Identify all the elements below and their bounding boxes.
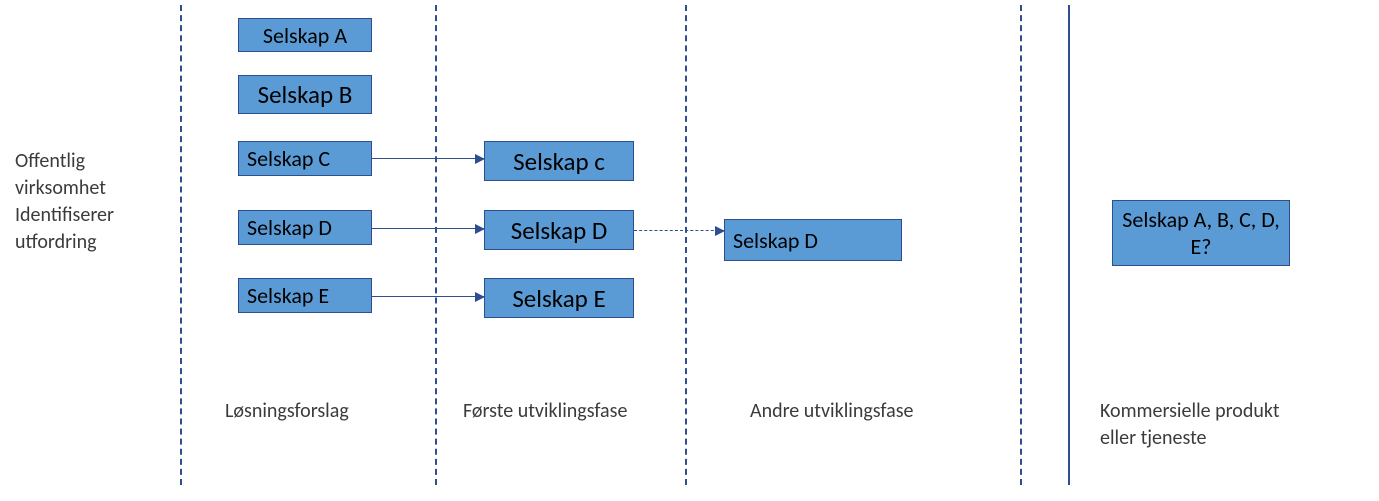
arrow-c1-c2-e (372, 296, 484, 297)
box-col1-e: Selskap E (238, 278, 372, 313)
divider-3 (685, 5, 687, 485)
box-col1-b: Selskap B (238, 75, 372, 114)
arrow-c1-c2-c (372, 158, 484, 159)
phase-label-1: Løsningsforslag (225, 398, 405, 425)
divider-5-solid (1068, 5, 1070, 485)
phase-label-2: Første utviklingsfase (463, 398, 643, 425)
box-col2-d: Selskap D (484, 210, 634, 250)
divider-1 (180, 5, 182, 485)
box-col3-d: Selskap D (724, 219, 902, 261)
box-col2-e: Selskap E (484, 278, 634, 318)
box-col1-d: Selskap D (238, 210, 372, 245)
phase-label-4: Kommersielle produkt eller tjeneste (1100, 398, 1320, 452)
arrow-c2-c3-d (634, 230, 724, 231)
arrow-c1-c2-d (372, 228, 484, 229)
phase-label-3: Andre utviklingsfase (750, 398, 970, 425)
divider-4 (1020, 5, 1022, 485)
intro-text: Offentlig virksomhet Identifiserer utfor… (15, 148, 165, 256)
divider-2 (435, 5, 437, 485)
box-col1-a: Selskap A (238, 18, 372, 52)
box-col4-final: Selskap A, B, C, D, E? (1112, 200, 1290, 266)
box-col1-c: Selskap C (238, 141, 372, 176)
box-col2-c: Selskap c (484, 141, 634, 181)
